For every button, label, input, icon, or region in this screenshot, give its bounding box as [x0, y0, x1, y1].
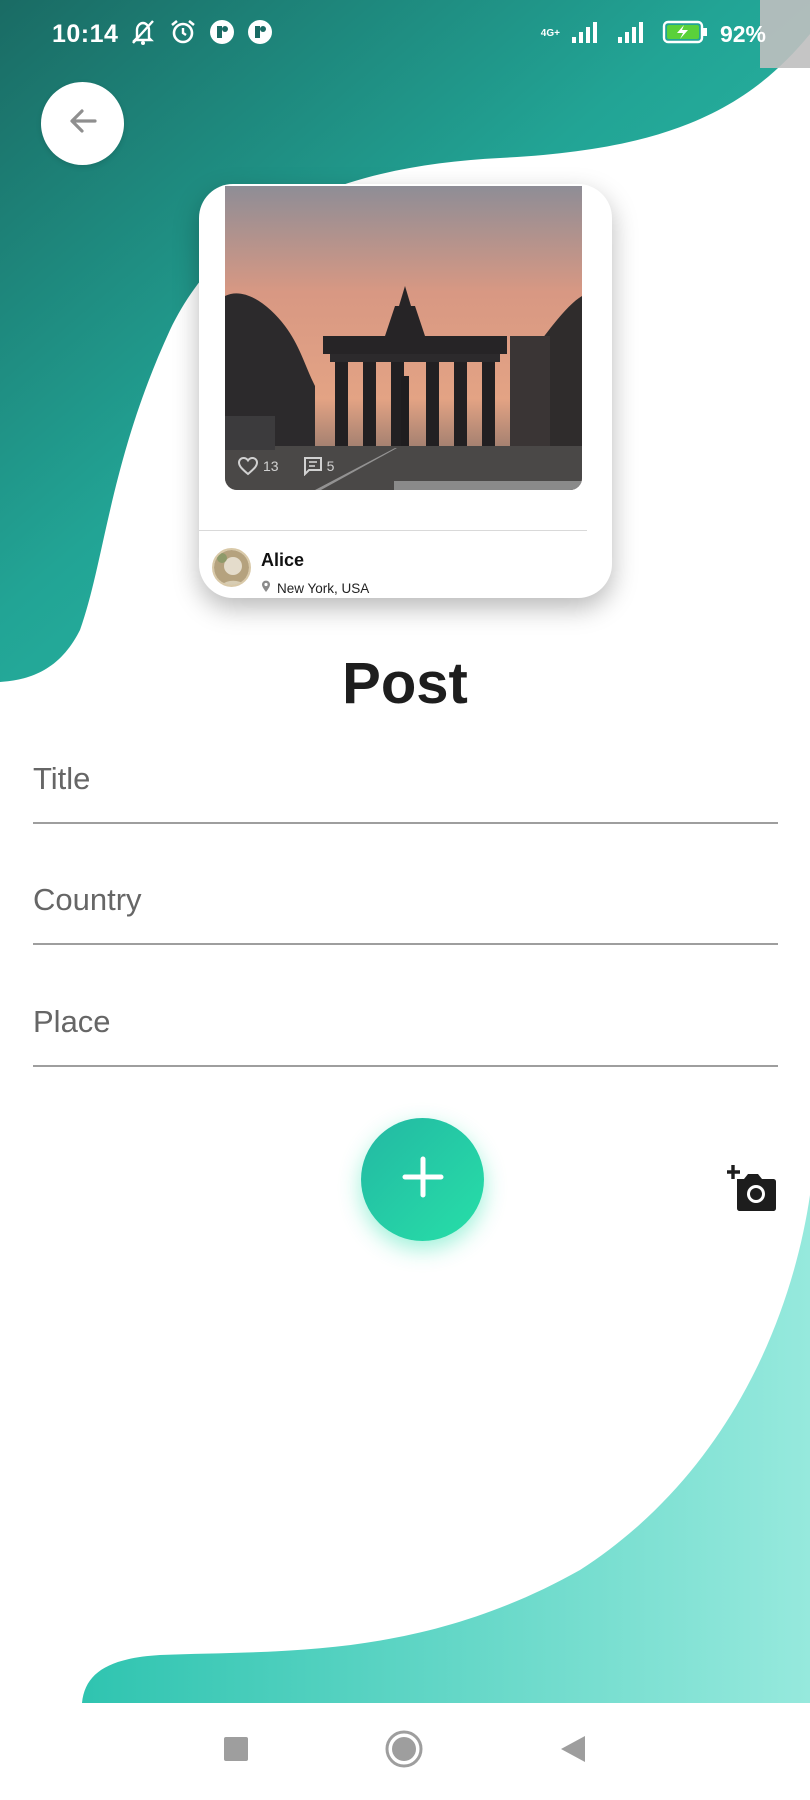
battery-charging-icon	[662, 19, 710, 50]
card-divider	[199, 530, 587, 531]
status-right-group: 4G+ 92%	[541, 19, 766, 50]
network-type: 4G+	[540, 28, 560, 39]
battery-percent: 92%	[719, 20, 766, 47]
post-photo: 13 5	[225, 186, 582, 490]
author-info: Alice New York, USA	[212, 548, 369, 596]
comment-icon	[303, 456, 323, 476]
page-title: Post	[342, 651, 468, 716]
post-stats: 13 5	[237, 456, 334, 476]
add-a-photo-icon	[727, 1165, 777, 1215]
likes-count: 13	[263, 458, 279, 474]
recents-square-icon	[223, 1736, 249, 1767]
arrow-left-icon	[65, 103, 101, 144]
author-location: New York, USA	[261, 580, 369, 596]
heart-icon	[237, 456, 259, 476]
location-text: New York, USA	[277, 580, 370, 596]
signal-icon	[570, 19, 606, 50]
status-left-group: 10:14	[52, 18, 274, 51]
recents-button[interactable]	[223, 1736, 249, 1767]
author-name: Alice	[261, 550, 305, 570]
app-icon	[208, 18, 236, 51]
add-photo-button[interactable]	[727, 1165, 777, 1211]
alarm-icon	[168, 18, 198, 51]
place-field[interactable]	[33, 975, 778, 1067]
place-input[interactable]	[33, 975, 778, 1065]
avatar[interactable]	[212, 548, 251, 587]
back-nav-button[interactable]	[559, 1734, 587, 1769]
country-input[interactable]	[33, 853, 778, 943]
app-icon	[246, 18, 274, 51]
add-post-button[interactable]	[361, 1118, 484, 1241]
notifications-off-icon	[128, 18, 158, 51]
status-time: 10:14	[52, 19, 119, 48]
home-button[interactable]	[384, 1729, 424, 1774]
comments-stat: 5	[303, 456, 335, 476]
system-nav-bar	[0, 1703, 810, 1800]
photo-overlay-strip	[394, 481, 582, 490]
title-input[interactable]	[33, 732, 778, 822]
post-preview-card[interactable]: 13 5 Alice New York, USA	[199, 184, 612, 598]
title-field[interactable]	[33, 732, 778, 824]
author-text: Alice New York, USA	[261, 548, 369, 596]
likes-stat: 13	[237, 456, 279, 476]
location-pin-icon	[261, 580, 271, 596]
back-button[interactable]	[41, 82, 124, 165]
country-field[interactable]	[33, 853, 778, 945]
signal-icon	[616, 19, 652, 50]
status-bar: 10:14 4G+ 92%	[0, 0, 810, 68]
home-circle-icon	[384, 1729, 424, 1774]
comments-count: 5	[326, 458, 335, 474]
plus-icon	[401, 1155, 445, 1204]
back-triangle-icon	[559, 1734, 587, 1769]
